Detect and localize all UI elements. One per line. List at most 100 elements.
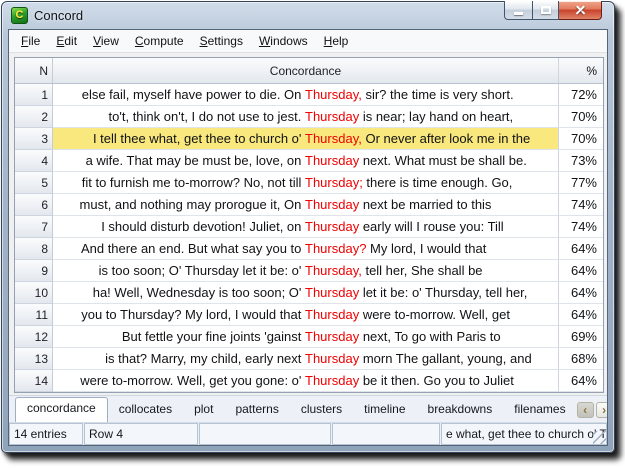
maximize-button[interactable] [532, 1, 559, 20]
tab-filenames[interactable]: filenames [503, 398, 576, 422]
table-row-selected[interactable]: 3 I tell thee what, get thee to church o… [15, 128, 603, 150]
table-row[interactable]: 11 you to Thursday? My lord, I would tha… [15, 304, 603, 326]
table-row[interactable]: 9 is too soon; O' Thursday let it be: o'… [15, 260, 603, 282]
row-number[interactable]: 9 [15, 260, 53, 282]
row-number[interactable]: 11 [15, 304, 53, 326]
menu-settings[interactable]: Settings [192, 31, 251, 51]
left-context: fit to furnish me to-morrow? No, not til… [55, 175, 305, 190]
row-number[interactable]: 8 [15, 238, 53, 260]
keyword: Thursday [305, 109, 359, 124]
app-icon: C [11, 7, 28, 24]
keyword: Thursday, [305, 263, 362, 278]
table-row[interactable]: 10 ha! Well, Wednesday is too soon; O' T… [15, 282, 603, 304]
concordance-cell[interactable]: must, and nothing may prorogue it, On Th… [53, 194, 559, 216]
keyword: Thursday [305, 219, 359, 234]
concordance-cell[interactable]: to't, think on't, I do not use to jest. … [53, 106, 559, 128]
row-number[interactable]: 10 [15, 282, 53, 304]
tab-concordance[interactable]: concordance [15, 397, 108, 422]
row-number[interactable]: 13 [15, 348, 53, 370]
tab-patterns[interactable]: patterns [224, 398, 289, 422]
tab-timeline[interactable]: timeline [353, 398, 416, 422]
row-number[interactable]: 2 [15, 106, 53, 128]
tab-scroll-right-icon[interactable]: › [596, 402, 608, 418]
tab-plot[interactable]: plot [183, 398, 224, 422]
menu-help[interactable]: Help [316, 31, 357, 51]
table-row[interactable]: 2 to't, think on't, I do not use to jest… [15, 106, 603, 128]
concordance-cell[interactable]: And there an end. But what say you to Th… [53, 238, 559, 260]
percent-cell: 64% [559, 282, 603, 304]
status-entries: 14 entries [9, 423, 83, 445]
menu-edit[interactable]: Edit [48, 31, 85, 51]
percent-cell: 64% [559, 238, 603, 260]
row-number[interactable]: 5 [15, 172, 53, 194]
table-row[interactable]: 6 must, and nothing may prorogue it, On … [15, 194, 603, 216]
percent-cell: 74% [559, 194, 603, 216]
tab-collocates[interactable]: collocates [108, 398, 183, 422]
concordance-table: N Concordance % 1 else fail, myself have… [14, 57, 604, 393]
concordance-cell[interactable]: But fettle your fine joints 'gainst Thur… [53, 326, 559, 348]
resize-grip[interactable] [593, 431, 606, 444]
row-number[interactable]: 7 [15, 216, 53, 238]
table-row[interactable]: 13 is that? Marry, my child, early next … [15, 348, 603, 370]
close-button[interactable] [559, 1, 602, 20]
table-row[interactable]: 5 fit to furnish me to-morrow? No, not t… [15, 172, 603, 194]
concordance-cell[interactable]: is that? Marry, my child, early next Thu… [53, 348, 559, 370]
keyword: Thursday, [305, 131, 362, 146]
tab-breakdowns[interactable]: breakdowns [417, 398, 504, 422]
concordance-cell[interactable]: fit to furnish me to-morrow? No, not til… [53, 172, 559, 194]
table-row[interactable]: 8 And there an end. But what say you to … [15, 238, 603, 260]
left-context: else fail, myself have power to die. On [55, 87, 305, 102]
menu-file[interactable]: File [13, 31, 48, 51]
titlebar[interactable]: C Concord [8, 2, 608, 29]
right-context: let it be: o' Thursday, tell her, [359, 285, 558, 300]
table-row[interactable]: 12 But fettle your fine joints 'gainst T… [15, 326, 603, 348]
percent-cell: 64% [559, 304, 603, 326]
concordance-cell[interactable]: you to Thursday? My lord, I would that T… [53, 304, 559, 326]
column-header-n[interactable]: N [15, 58, 53, 84]
menu-windows[interactable]: Windows [251, 31, 316, 51]
maximize-icon [541, 6, 551, 14]
column-header-percent[interactable]: % [559, 58, 603, 84]
table-row[interactable]: 7 I should disturb devotion! Juliet, on … [15, 216, 603, 238]
left-context: I tell thee what, get thee to church o' [55, 131, 305, 146]
status-bar: 14 entries Row 4 e what, get thee to chu… [9, 422, 607, 445]
keyword: Thursday; [305, 175, 363, 190]
menu-view[interactable]: View [85, 31, 127, 51]
menu-compute[interactable]: Compute [127, 31, 192, 51]
concordance-cell[interactable]: ha! Well, Wednesday is too soon; O' Thur… [53, 282, 559, 304]
keyword: Thursday [305, 153, 359, 168]
minimize-button[interactable] [504, 1, 532, 20]
keyword: Thursday [305, 307, 359, 322]
right-context: next, To go with Paris to [359, 329, 558, 344]
right-context: Or never after look me in the [362, 131, 558, 146]
window-body: File Edit View Compute Settings Windows … [8, 29, 608, 446]
table-row[interactable]: 14 were to-morrow. Well, get you gone: o… [15, 370, 603, 392]
percent-cell: 64% [559, 370, 603, 392]
concordance-cell[interactable]: else fail, myself have power to die. On … [53, 84, 559, 106]
row-number[interactable]: 14 [15, 370, 53, 392]
percent-cell: 68% [559, 348, 603, 370]
left-context: must, and nothing may prorogue it, On [55, 197, 305, 212]
table-row[interactable]: 1 else fail, myself have power to die. O… [15, 84, 603, 106]
column-header-concordance[interactable]: Concordance [53, 58, 559, 84]
percent-cell: 77% [559, 172, 603, 194]
concordance-cell[interactable]: is too soon; O' Thursday let it be: o' T… [53, 260, 559, 282]
concordance-cell-highlighted[interactable]: I tell thee what, get thee to church o' … [53, 128, 559, 150]
tab-scroll-controls: ‹ › [577, 402, 608, 422]
menu-bar: File Edit View Compute Settings Windows … [9, 30, 607, 53]
right-context: morn The gallant, young, and [359, 351, 558, 366]
tab-scroll-left-icon[interactable]: ‹ [577, 402, 594, 418]
row-number[interactable]: 6 [15, 194, 53, 216]
concordance-cell[interactable]: I should disturb devotion! Juliet, on Th… [53, 216, 559, 238]
left-context: were to-morrow. Well, get you gone: o' [55, 373, 305, 388]
row-number[interactable]: 1 [15, 84, 53, 106]
row-number[interactable]: 4 [15, 150, 53, 172]
concordance-cell[interactable]: a wife. That may be must be, love, on Th… [53, 150, 559, 172]
table-row[interactable]: 4 a wife. That may be must be, love, on … [15, 150, 603, 172]
row-number[interactable]: 3 [15, 128, 53, 150]
right-context: next. What must be shall be. [359, 153, 558, 168]
tab-clusters[interactable]: clusters [290, 398, 353, 422]
concordance-cell[interactable]: were to-morrow. Well, get you gone: o' T… [53, 370, 559, 392]
keyword: Thursday [305, 373, 359, 388]
row-number[interactable]: 12 [15, 326, 53, 348]
